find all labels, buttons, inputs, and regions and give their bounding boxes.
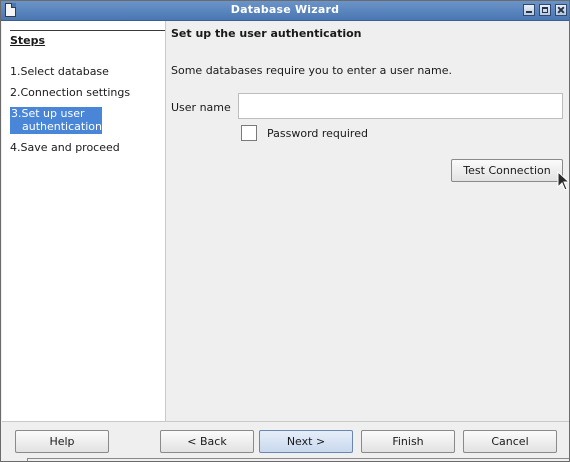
minimize-button[interactable]	[523, 4, 535, 16]
step-select-database[interactable]: 1.Select database	[10, 65, 160, 78]
user-name-label: User name	[171, 101, 231, 114]
password-required-checkbox[interactable]	[241, 125, 257, 141]
window-title: Database Wizard	[230, 3, 340, 16]
step-number: 4.	[10, 141, 21, 154]
window-bottom-edge	[27, 458, 569, 461]
step-connection-settings[interactable]: 2.Connection settings	[10, 86, 160, 99]
intro-text: Some databases require you to enter a us…	[171, 64, 453, 77]
step-number: 2.	[10, 86, 21, 99]
footer-divider	[2, 421, 569, 422]
finish-button[interactable]: Finish	[361, 430, 455, 453]
step-label: Save and proceed	[20, 141, 120, 154]
steps-divider	[10, 30, 165, 31]
test-connection-button[interactable]: Test Connection	[451, 159, 563, 182]
step-number: 3.	[11, 107, 22, 120]
mouse-pointer-icon	[557, 171, 569, 191]
steps-panel: Steps 1.Select database 2.Connection set…	[2, 21, 166, 421]
step-label: Connection settings	[20, 86, 131, 99]
close-button[interactable]	[555, 4, 567, 16]
step-set-up-user-authentication[interactable]: 3.Set up user authentication	[10, 107, 102, 134]
title-bar[interactable]: Database Wizard	[1, 1, 569, 21]
back-button[interactable]: < Back	[160, 430, 254, 453]
help-button[interactable]: Help	[15, 430, 109, 453]
database-wizard-window: Database Wizard Steps 1.Select database …	[0, 0, 570, 462]
step-label-line-2: authentication	[22, 120, 102, 133]
cancel-button[interactable]: Cancel	[463, 430, 557, 453]
step-save-and-proceed[interactable]: 4.Save and proceed	[10, 141, 160, 154]
page-heading: Set up the user authentication	[171, 27, 362, 40]
next-button[interactable]: Next >	[259, 430, 353, 453]
maximize-button[interactable]	[539, 4, 551, 16]
step-number: 1.	[10, 65, 21, 78]
step-label: Select database	[20, 65, 109, 78]
password-required-label[interactable]: Password required	[267, 127, 368, 140]
step-label-line-1: Set up user	[21, 107, 85, 120]
steps-title: Steps	[10, 34, 46, 47]
wizard-page: Set up the user authentication Some data…	[166, 21, 569, 421]
user-name-input[interactable]	[238, 93, 563, 119]
